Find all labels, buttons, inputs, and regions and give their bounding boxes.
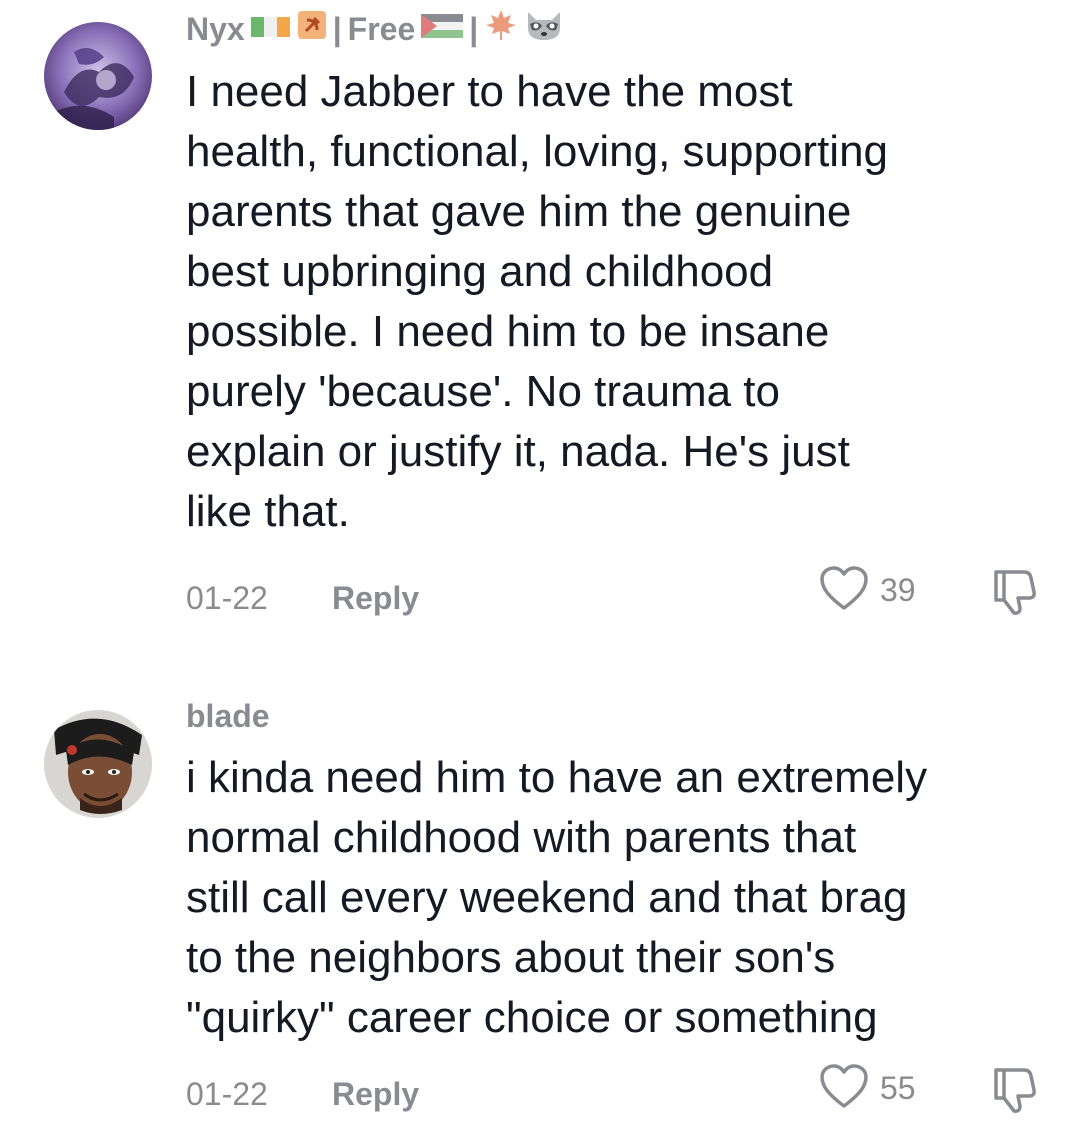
raccoon-icon: [524, 8, 564, 50]
reply-button[interactable]: Reply: [332, 580, 419, 617]
username-separator: |: [332, 10, 342, 47]
dislike-button[interactable]: [988, 566, 1042, 623]
heart-icon: [818, 564, 870, 617]
like-count: 39: [880, 572, 916, 608]
username-text: blade: [186, 698, 270, 734]
username-tag: Free: [347, 10, 416, 47]
reply-button[interactable]: Reply: [332, 1076, 419, 1113]
thumbs-down-icon: [988, 1068, 1042, 1120]
username-separator: |: [469, 10, 479, 47]
avatar[interactable]: [44, 22, 152, 130]
comment-date: 01-22: [186, 580, 268, 616]
comment-text: I need Jabber to have the most health, f…: [186, 67, 889, 536]
heart-icon: [818, 1062, 870, 1115]
like-count: 55: [880, 1070, 916, 1106]
comment-text: i kinda need him to have an extremely no…: [186, 753, 928, 1042]
like-button[interactable]: 39: [818, 564, 916, 617]
irish-flag-icon: [250, 11, 291, 48]
thumbs-down-icon: [988, 570, 1042, 622]
comment-meta: 01-22 Reply: [186, 1076, 419, 1113]
avatar[interactable]: [44, 710, 152, 818]
maple-leaf-icon: [484, 8, 518, 50]
palestine-flag-icon: [421, 11, 464, 48]
hammer-sickle-icon: [297, 10, 327, 48]
dislike-button[interactable]: [988, 1064, 1042, 1121]
comment-meta: 01-22 Reply: [186, 580, 419, 617]
username-text: Nyx: [186, 10, 245, 47]
comment-username[interactable]: blade: [186, 698, 270, 735]
like-button[interactable]: 55: [818, 1062, 916, 1115]
comment-date: 01-22: [186, 1076, 268, 1112]
comment-username[interactable]: Nyx | Free |: [186, 8, 564, 50]
